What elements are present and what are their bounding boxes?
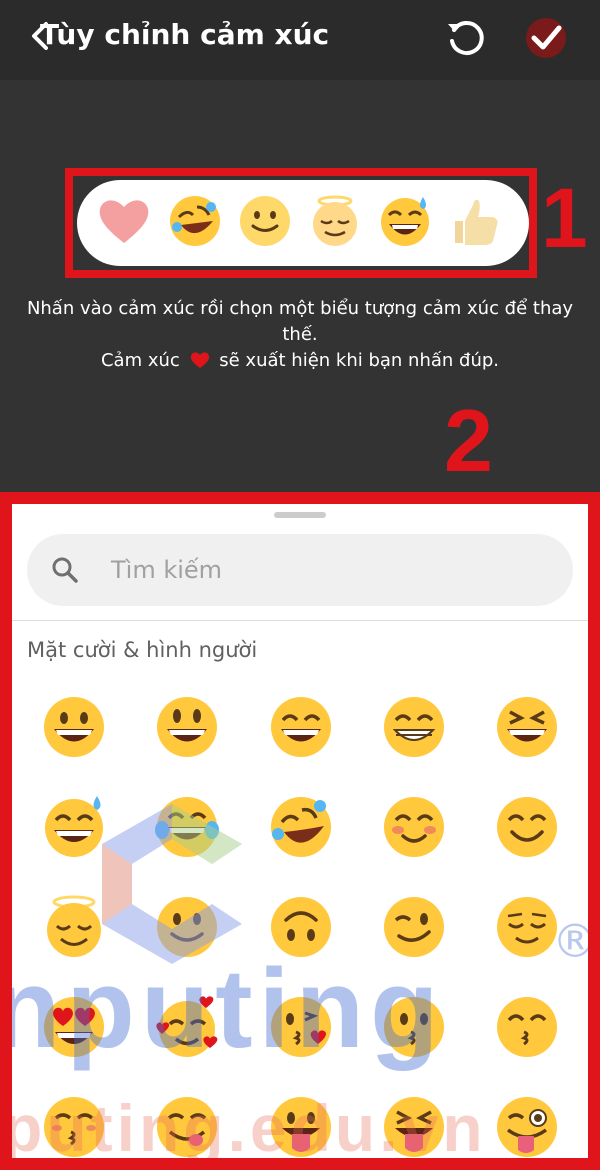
search-placeholder: Tìm kiếm: [111, 556, 223, 584]
annotation-1: 1: [541, 171, 588, 265]
instructions: Nhấn vào cảm xúc rồi chọn một biểu tượng…: [20, 296, 580, 374]
upside-down-emoji-icon[interactable]: [268, 894, 334, 960]
sweat-smile-emoji-icon[interactable]: [377, 193, 433, 249]
app-header: Tùy chỉnh cảm xúc: [0, 0, 600, 80]
rofl-emoji-icon[interactable]: [167, 193, 223, 249]
drag-handle[interactable]: [274, 512, 326, 518]
emoji-picker-sheet: Tìm kiếm Mặt cười & hình người ® nputing…: [12, 504, 588, 1158]
squinting-tongue-emoji-icon[interactable]: [381, 1094, 447, 1158]
instruction-line-2-end: sẽ xuất hiện khi bạn nhấn đúp.: [219, 350, 500, 371]
wink-emoji-icon[interactable]: [381, 894, 447, 960]
grinning-smiling-eyes-emoji-icon[interactable]: [268, 694, 334, 760]
page-title: Tùy chỉnh cảm xúc: [40, 18, 330, 51]
heart-eyes-emoji-icon[interactable]: [41, 994, 107, 1060]
smiling-eyes-emoji-icon[interactable]: [494, 794, 560, 860]
grinning-big-eyes-emoji-icon[interactable]: [154, 694, 220, 760]
section-title: Mặt cười & hình người: [27, 638, 258, 662]
reset-icon[interactable]: [444, 16, 488, 60]
annotation-2: 2: [444, 391, 493, 490]
yum-emoji-icon[interactable]: [154, 1094, 220, 1158]
heart-icon[interactable]: [96, 193, 152, 249]
instruction-line-2: Cảm xúc sẽ xuất hiện khi bạn nhấn đúp.: [20, 348, 580, 374]
blush-emoji-icon[interactable]: [381, 794, 447, 860]
instruction-line-1: Nhấn vào cảm xúc rồi chọn một biểu tượng…: [26, 298, 574, 345]
squinting-emoji-icon[interactable]: [494, 694, 560, 760]
checkmark-icon[interactable]: [522, 14, 570, 62]
search-icon: [52, 557, 78, 583]
slight-smile-emoji-icon[interactable]: [237, 193, 293, 249]
kissing-smiling-eyes-emoji-icon[interactable]: [494, 994, 560, 1060]
grinning-emoji-icon[interactable]: [41, 694, 107, 760]
relieved-emoji-icon[interactable]: [494, 894, 560, 960]
red-heart-icon: [190, 352, 209, 368]
thumbs-up-icon[interactable]: [447, 193, 503, 249]
instruction-line-2-start: Cảm xúc: [100, 350, 180, 371]
divider: [12, 620, 588, 621]
tongue-out-emoji-icon[interactable]: [268, 1094, 334, 1158]
joy-emoji-icon[interactable]: [154, 794, 220, 860]
smiling-hearts-emoji-icon[interactable]: [154, 994, 220, 1060]
search-field[interactable]: Tìm kiếm: [27, 534, 573, 606]
halo-emoji-icon[interactable]: [41, 894, 107, 960]
winking-tongue-emoji-icon[interactable]: [494, 1094, 560, 1158]
kissing-heart-emoji-icon[interactable]: [268, 994, 334, 1060]
beaming-emoji-icon[interactable]: [381, 694, 447, 760]
kissing-closed-eyes-emoji-icon[interactable]: [41, 1094, 107, 1158]
relieved-emoji-icon[interactable]: [307, 193, 363, 249]
kissing-emoji-icon[interactable]: [381, 994, 447, 1060]
rofl-emoji-icon[interactable]: [268, 794, 334, 860]
sweat-smile-emoji-icon[interactable]: [41, 794, 107, 860]
slight-smile-emoji-icon[interactable]: [154, 894, 220, 960]
